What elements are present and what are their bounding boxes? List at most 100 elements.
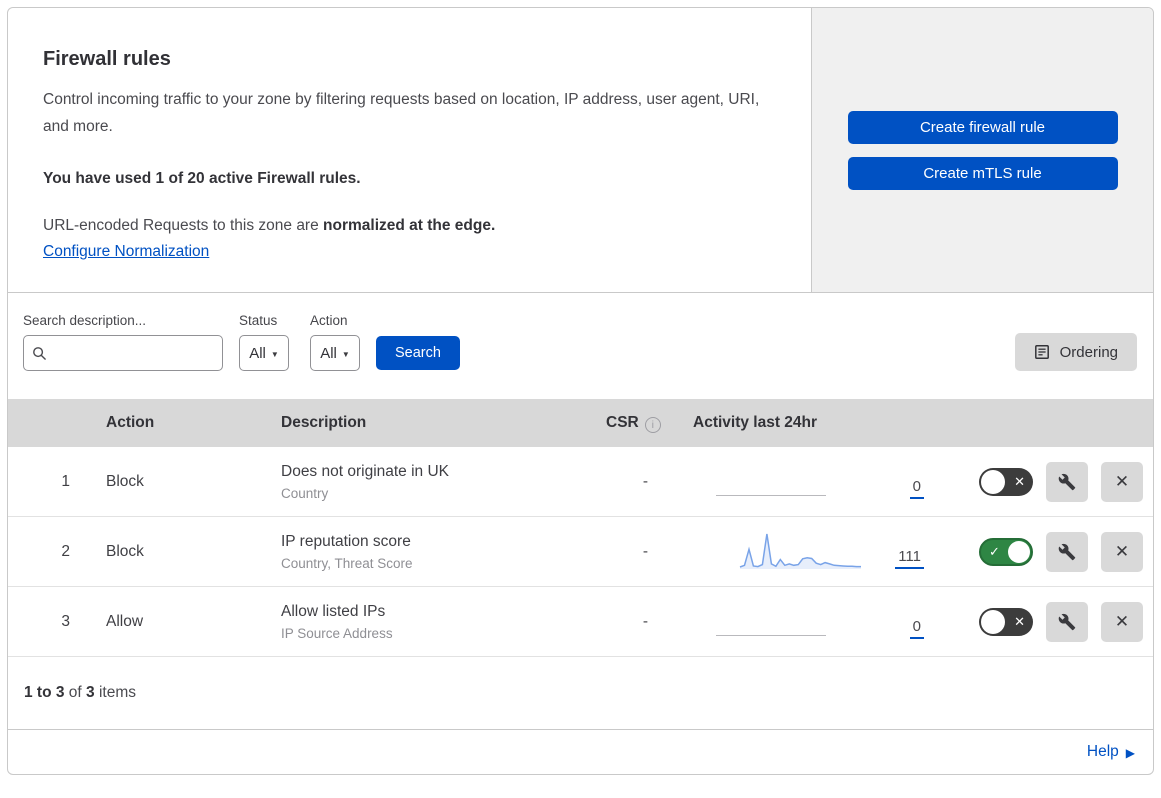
chevron-down-icon: ▼	[341, 349, 350, 359]
help-bar: Help ▶	[8, 730, 1153, 774]
help-arrow-icon: ▶	[1125, 746, 1135, 760]
rule-controls: ✓ ✕	[938, 531, 1153, 572]
activity-sparkline	[716, 461, 863, 503]
overview-section: Firewall rules Control incoming traffic …	[8, 8, 1153, 293]
total-text: 3	[86, 684, 95, 701]
toggle-state-icon: ✕	[1014, 473, 1025, 489]
description-column-header: Description	[281, 414, 367, 431]
table-header-row: Action Description CSR i Activity last 2…	[8, 399, 1153, 447]
rules-list-section: Search description... Status All ▼ Actio…	[8, 293, 1153, 730]
rule-action: Block	[106, 472, 144, 490]
rule-description-cell: Does not originate in UK Country	[273, 463, 598, 501]
delete-rule-button[interactable]: ✕	[1101, 601, 1143, 642]
activity-column-header: Activity last 24hr	[693, 414, 818, 431]
usage-notice: You have used 1 of 20 active Firewall ru…	[43, 170, 361, 188]
create-mtls-rule-button[interactable]: Create mTLS rule	[847, 156, 1118, 190]
activity-flatline	[716, 494, 826, 496]
rule-enable-toggle[interactable]: ✕	[979, 607, 1033, 636]
rule-match-fields: Country, Threat Score	[281, 555, 413, 571]
rule-match-fields: Country	[281, 485, 329, 501]
status-filter-value: All	[249, 344, 266, 362]
filter-bar: Search description... Status All ▼ Actio…	[8, 293, 1153, 399]
rule-activity-cell: 0	[693, 601, 938, 643]
wrench-icon	[1058, 543, 1076, 560]
status-filter-select[interactable]: All ▼	[239, 335, 289, 371]
ordering-button[interactable]: Ordering	[1014, 333, 1137, 371]
rule-activity-cell: 111	[693, 531, 938, 573]
activity-count-link[interactable]: 0	[909, 618, 924, 639]
activity-sparkline	[738, 531, 863, 573]
normalization-bold-text: normalized at the edge.	[323, 217, 496, 235]
toggle-state-icon: ✓	[989, 543, 1000, 559]
rules-table-body: 1 Block Does not originate in UK Country…	[8, 447, 1153, 657]
wrench-icon	[1058, 473, 1076, 490]
rule-enable-toggle[interactable]: ✓	[979, 537, 1033, 566]
rule-description: IP reputation score	[281, 532, 411, 550]
delete-rule-button[interactable]: ✕	[1101, 531, 1143, 572]
action-panel: Create firewall rule Create mTLS rule	[812, 8, 1153, 292]
page-title: Firewall rules	[43, 48, 171, 70]
ordering-button-label: Ordering	[1059, 343, 1118, 361]
rule-csr-value: -	[642, 542, 649, 560]
rule-action: Block	[106, 542, 144, 560]
edit-rule-button[interactable]	[1046, 601, 1088, 642]
rule-priority: 3	[61, 612, 70, 630]
configure-normalization-link[interactable]: Configure Normalization	[43, 243, 209, 260]
toggle-state-icon: ✕	[1014, 613, 1025, 629]
list-document-icon	[1034, 344, 1050, 360]
wrench-icon	[1058, 613, 1076, 630]
create-firewall-rule-button[interactable]: Create firewall rule	[847, 110, 1118, 144]
page-description: Control incoming traffic to your zone by…	[43, 91, 760, 135]
normalization-text: URL-encoded Requests to this zone are	[43, 217, 324, 235]
toggle-knob	[981, 469, 1005, 494]
info-icon[interactable]: i	[644, 417, 661, 433]
csr-column-header: CSR i	[598, 414, 693, 433]
table-row: 3 Allow Allow listed IPs IP Source Addre…	[8, 587, 1153, 657]
rule-controls: ✕ ✕	[938, 601, 1153, 642]
pagination-summary: 1 to 3 of 3 items	[8, 657, 1153, 729]
rule-action: Allow	[106, 612, 144, 630]
search-button[interactable]: Search	[376, 336, 460, 370]
close-icon: ✕	[1114, 471, 1130, 491]
action-filter-value: All	[320, 344, 337, 362]
rule-match-fields: IP Source Address	[281, 625, 393, 641]
activity-sparkline	[716, 601, 863, 643]
activity-count-link[interactable]: 0	[909, 478, 924, 499]
rule-priority: 2	[61, 542, 70, 560]
action-filter-select[interactable]: All ▼	[310, 335, 360, 371]
delete-rule-button[interactable]: ✕	[1101, 461, 1143, 502]
rule-priority: 1	[61, 472, 70, 490]
rule-description-cell: Allow listed IPs IP Source Address	[273, 603, 598, 641]
table-row: 2 Block IP reputation score Country, Thr…	[8, 517, 1153, 587]
help-link[interactable]: Help ▶	[1087, 743, 1135, 761]
toggle-knob	[981, 609, 1005, 634]
activity-count-link[interactable]: 111	[895, 548, 924, 569]
chevron-down-icon: ▼	[270, 349, 279, 359]
toggle-knob	[1008, 540, 1030, 563]
csr-header-label: CSR	[606, 414, 639, 431]
table-row: 1 Block Does not originate in UK Country…	[8, 447, 1153, 517]
normalization-notice: URL-encoded Requests to this zone are no…	[43, 217, 775, 235]
rule-controls: ✕ ✕	[938, 461, 1153, 502]
close-icon: ✕	[1114, 611, 1130, 631]
edit-rule-button[interactable]	[1046, 461, 1088, 502]
action-column-header: Action	[106, 414, 155, 431]
items-text: items	[94, 684, 136, 701]
rule-description-cell: IP reputation score Country, Threat Scor…	[273, 533, 598, 571]
search-input[interactable]	[54, 344, 214, 362]
search-input-wrapper	[23, 335, 223, 371]
action-filter-label: Action	[310, 313, 348, 328]
rule-csr-value: -	[642, 472, 649, 490]
search-icon	[32, 346, 47, 361]
rule-enable-toggle[interactable]: ✕	[979, 467, 1033, 496]
of-text: of	[64, 684, 87, 701]
overview-text-block: Firewall rules Control incoming traffic …	[8, 8, 812, 292]
rule-activity-cell: 0	[693, 461, 938, 503]
activity-flatline	[716, 634, 826, 636]
edit-rule-button[interactable]	[1046, 531, 1088, 572]
firewall-rules-panel: Firewall rules Control incoming traffic …	[7, 7, 1154, 775]
rule-csr-value: -	[642, 612, 649, 630]
rule-description: Allow listed IPs	[281, 602, 386, 620]
range-text: 1 to 3	[24, 684, 65, 701]
close-icon: ✕	[1114, 541, 1130, 561]
